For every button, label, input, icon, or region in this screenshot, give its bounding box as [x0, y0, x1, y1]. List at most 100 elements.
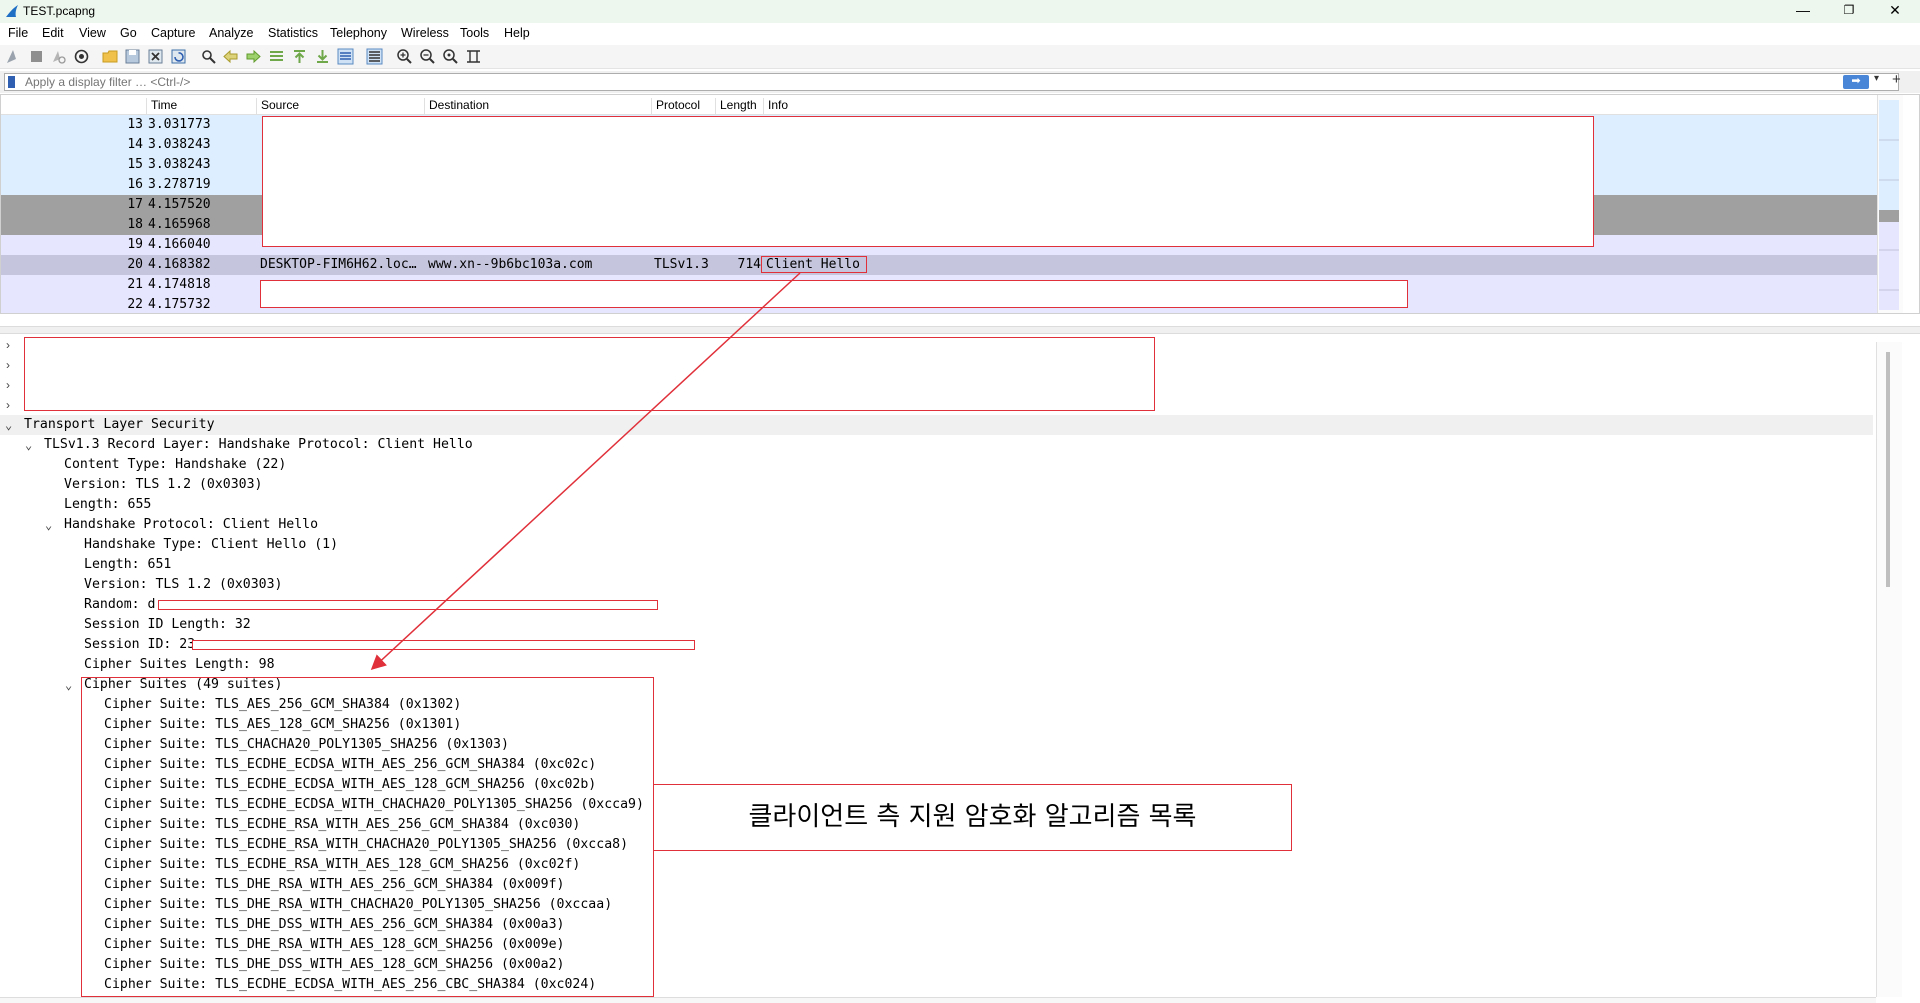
go-to-packet-icon[interactable] — [268, 48, 285, 65]
menu-tools[interactable]: Tools — [458, 26, 491, 40]
packet-time: 3.038243 — [148, 157, 211, 172]
column-destination[interactable]: Destination — [424, 98, 652, 114]
colorize-icon[interactable] — [366, 48, 383, 65]
packet-number: 15 — [127, 157, 143, 172]
column-source[interactable]: Source — [256, 98, 424, 114]
packet-time: 4.168382 — [148, 257, 211, 272]
packet-destination: www.xn--9b6bc103a.com — [428, 257, 593, 272]
minimize-button[interactable]: — — [1780, 0, 1826, 23]
highlight-client-hello — [761, 256, 867, 273]
collapsed-arrow-icon[interactable]: › — [6, 335, 16, 355]
packet-time: 4.175732 — [148, 297, 211, 312]
go-back-icon[interactable] — [222, 48, 239, 65]
expanded-arrow-icon[interactable]: ⌄ — [65, 675, 75, 695]
zoom-out-icon[interactable] — [419, 48, 436, 65]
menu-analyze[interactable]: Analyze — [207, 26, 255, 40]
menu-wireless[interactable]: Wireless — [399, 26, 451, 40]
menu-capture[interactable]: Capture — [149, 26, 197, 40]
menu-statistics[interactable]: Statistics — [266, 26, 320, 40]
tree-item-handshake-type[interactable]: Handshake Type: Client Hello (1) — [84, 535, 338, 555]
apply-filter-icon[interactable]: ➡ — [1843, 75, 1869, 89]
display-filter-bar: ➡ ▾ + — [0, 71, 1920, 93]
details-horizontal-scrollbar[interactable] — [0, 997, 1876, 1003]
open-file-icon[interactable] — [102, 48, 119, 65]
resize-columns-icon[interactable] — [465, 48, 482, 65]
last-packet-icon[interactable] — [314, 48, 331, 65]
packet-number: 16 — [127, 177, 143, 192]
packet-minimap[interactable] — [1877, 100, 1901, 310]
tree-label: Transport Layer Security — [24, 417, 215, 432]
menu-telephony[interactable]: Telephony — [328, 26, 389, 40]
go-forward-icon[interactable] — [245, 48, 262, 65]
collapsed-arrow-icon[interactable]: › — [6, 355, 16, 375]
auto-scroll-icon[interactable] — [337, 48, 354, 65]
tree-item-cipher-suites-length[interactable]: Cipher Suites Length: 98 — [84, 655, 275, 675]
column-no[interactable] — [1, 98, 146, 114]
menu-edit[interactable]: Edit — [40, 26, 66, 40]
redaction-box-packets — [262, 116, 1594, 247]
packet-length: 714 — [737, 257, 761, 272]
packet-number: 22 — [127, 297, 143, 312]
window-title: TEST.pcapng — [23, 4, 96, 18]
first-packet-icon[interactable] — [291, 48, 308, 65]
expanded-arrow-icon[interactable]: ⌄ — [25, 435, 35, 455]
redaction-random — [158, 600, 658, 610]
find-packet-icon[interactable] — [200, 48, 217, 65]
tree-item-handshake-length[interactable]: Length: 651 — [84, 555, 171, 575]
expanded-arrow-icon[interactable]: ⌄ — [45, 515, 55, 535]
wireshark-fin-icon — [6, 5, 18, 17]
tree-item-random[interactable]: Random: d — [84, 595, 155, 615]
close-button[interactable]: ✕ — [1872, 0, 1918, 23]
display-filter-input[interactable] — [4, 73, 1899, 91]
pane-splitter[interactable] — [0, 326, 1920, 334]
title-bar: TEST.pcapng — ❐ ✕ — [0, 0, 1920, 23]
tree-item-record-layer[interactable]: ⌄ TLSv1.3 Record Layer: Handshake Protoc… — [0, 435, 1873, 455]
filter-history-dropdown-icon[interactable]: ▾ — [1874, 73, 1879, 84]
column-length[interactable]: Length — [715, 98, 765, 114]
menu-help[interactable]: Help — [502, 26, 532, 40]
menu-go[interactable]: Go — [118, 26, 139, 40]
tree-item-version[interactable]: Version: TLS 1.2 (0x0303) — [64, 475, 263, 495]
tree-item-handshake-protocol[interactable]: ⌄ Handshake Protocol: Client Hello — [0, 515, 1873, 535]
packet-row-selected[interactable]: 20 4.168382 DESKTOP-FIM6H62.loc… www.xn-… — [1, 255, 1877, 275]
reload-file-icon[interactable] — [170, 48, 187, 65]
stop-capture-icon[interactable] — [28, 48, 45, 65]
packet-number: 14 — [127, 137, 143, 152]
packet-source: DESKTOP-FIM6H62.loc… — [260, 257, 417, 272]
restart-capture-icon[interactable] — [50, 48, 67, 65]
save-file-icon[interactable] — [124, 48, 141, 65]
packet-number: 19 — [127, 237, 143, 252]
redaction-session-id — [192, 640, 695, 650]
start-capture-icon[interactable] — [5, 48, 22, 65]
tree-item-session-id-length[interactable]: Session ID Length: 32 — [84, 615, 251, 635]
capture-options-icon[interactable] — [73, 48, 90, 65]
details-scrollbar[interactable] — [1876, 342, 1902, 997]
redaction-box-frame-layers — [24, 337, 1155, 411]
annotation-callout-text: 클라이언트 측 지원 암호화 알고리즘 목록 — [748, 802, 1197, 832]
zoom-in-icon[interactable] — [396, 48, 413, 65]
column-time[interactable]: Time — [146, 98, 258, 114]
tree-item-session-id[interactable]: Session ID: 23 — [84, 635, 195, 655]
column-protocol[interactable]: Protocol — [651, 98, 717, 114]
restore-button[interactable]: ❐ — [1826, 0, 1872, 23]
tree-item-handshake-version[interactable]: Version: TLS 1.2 (0x0303) — [84, 575, 283, 595]
add-filter-button-icon[interactable]: + — [1892, 71, 1901, 88]
tree-item-content-type[interactable]: Content Type: Handshake (22) — [64, 455, 286, 475]
tree-item-length[interactable]: Length: 655 — [64, 495, 151, 515]
collapsed-arrow-icon[interactable]: › — [6, 375, 16, 395]
collapsed-arrow-icon[interactable]: › — [6, 395, 16, 415]
highlight-cipher-suites — [81, 677, 654, 997]
packet-time: 4.166040 — [148, 237, 211, 252]
close-file-icon[interactable] — [147, 48, 164, 65]
zoom-normal-icon[interactable] — [442, 48, 459, 65]
packet-number: 21 — [127, 277, 143, 292]
menu-file[interactable]: File — [6, 26, 30, 40]
filter-bookmark-icon[interactable] — [8, 76, 15, 88]
redaction-box-packet-rows — [260, 280, 1408, 308]
column-info[interactable]: Info — [763, 98, 963, 114]
tree-item-tls[interactable]: ⌄ Transport Layer Security — [0, 415, 1873, 435]
expanded-arrow-icon[interactable]: ⌄ — [5, 415, 15, 435]
menu-view[interactable]: View — [77, 26, 108, 40]
packet-time: 3.031773 — [148, 117, 211, 132]
packet-time: 3.278719 — [148, 177, 211, 192]
